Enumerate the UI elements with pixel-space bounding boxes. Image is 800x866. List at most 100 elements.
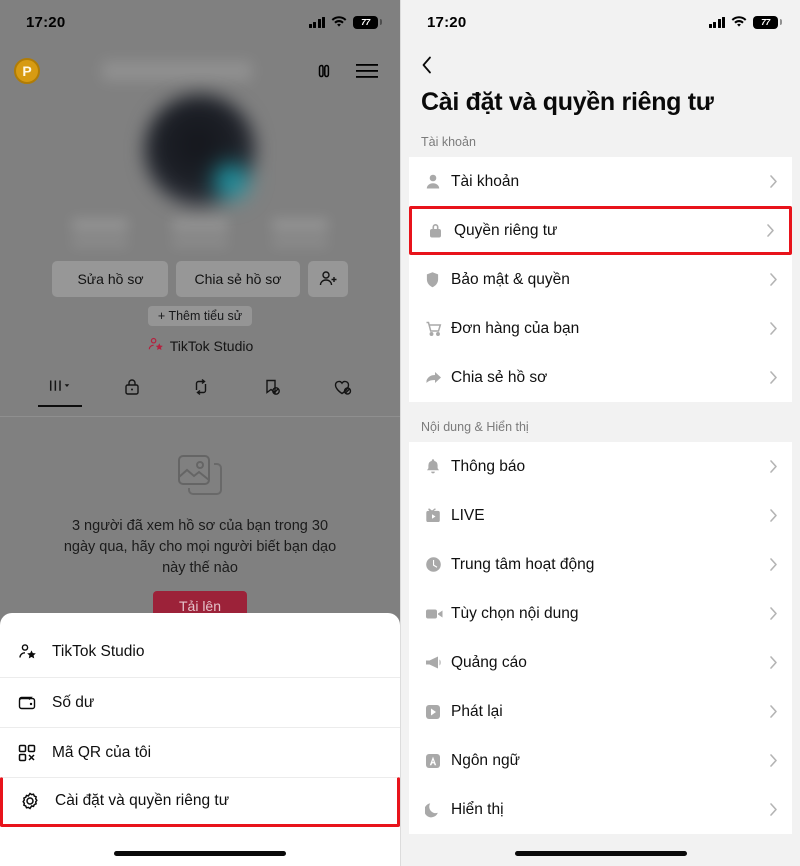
settings-row-label: Quảng cáo [451, 653, 527, 671]
right-phone-screen: 17:20 77 Cài đặt và quyền riêng tư Tài k… [400, 0, 800, 866]
chevron-right-icon [769, 459, 778, 474]
settings-row-privacy[interactable]: Quyền riêng tư [409, 206, 792, 255]
left-phone-screen: 17:20 77 P Sửa hồ sơ Chia sẻ hồ sơ + Thê… [0, 0, 400, 866]
status-indicators: 77 [708, 15, 782, 29]
tab-private[interactable] [123, 377, 141, 397]
status-bar-left: 17:20 77 [0, 0, 400, 44]
settings-row-playback[interactable]: Phát lại [409, 687, 792, 736]
settings-row-label: Bảo mật & quyền [451, 270, 570, 288]
settings-row-security-permissions[interactable]: Bảo mật & quyền [409, 255, 792, 304]
status-indicators: 77 [308, 15, 382, 29]
live-tv-icon [425, 507, 451, 524]
settings-row-notifications[interactable]: Thông báo [409, 442, 792, 491]
threads-icon[interactable] [314, 61, 334, 81]
profile-action-row: Sửa hồ sơ Chia sẻ hồ sơ [0, 261, 400, 297]
profile-stats-blurred [0, 218, 400, 247]
wifi-icon [331, 16, 347, 28]
settings-row-label: Quyền riêng tư [454, 221, 558, 239]
settings-row-label: Thông báo [451, 457, 526, 475]
profile-top-icons [314, 61, 378, 81]
settings-row-share-profile[interactable]: Chia sẻ hồ sơ [409, 353, 792, 402]
settings-row-account[interactable]: Tài khoản [409, 157, 792, 206]
lock-icon [428, 222, 454, 239]
section-account: Tài khoản Quyền riêng tư Bảo mật & quyền [409, 157, 792, 402]
back-row [401, 44, 800, 84]
battery-icon: 77 [353, 15, 382, 29]
chevron-right-icon [769, 704, 778, 719]
bell-icon [425, 458, 451, 475]
sheet-item-my-qr[interactable]: Mã QR của tôi [0, 727, 400, 777]
qr-code-icon [16, 743, 38, 763]
settings-row-activity-center[interactable]: Trung tâm hoạt động [409, 540, 792, 589]
settings-row-label: Phát lại [451, 702, 503, 720]
chevron-right-icon [769, 753, 778, 768]
profile-tabs [0, 370, 400, 404]
wallet-icon [16, 694, 38, 712]
settings-row-label: LIVE [451, 506, 485, 524]
profile-badge[interactable]: P [14, 58, 40, 84]
chevron-right-icon [769, 802, 778, 817]
add-person-icon[interactable] [307, 261, 348, 297]
play-box-icon [425, 704, 451, 720]
settings-row-language[interactable]: Ngôn ngữ [409, 736, 792, 785]
add-bio-chip[interactable]: + Thêm tiểu sử [147, 306, 253, 326]
tab-grid[interactable] [47, 378, 73, 396]
edit-profile-button[interactable]: Sửa hồ sơ [52, 261, 169, 297]
hamburger-menu-icon[interactable] [356, 63, 378, 79]
settings-row-display[interactable]: Hiển thị [409, 785, 792, 834]
bottom-sheet-menu: TikTok Studio Số dư Mã QR của tôi Cài đặ… [0, 613, 400, 866]
settings-row-label: Chia sẻ hồ sơ [451, 368, 548, 386]
settings-row-content-preferences[interactable]: Tùy chọn nội dung [409, 589, 792, 638]
chevron-right-icon [769, 321, 778, 336]
settings-row-ads[interactable]: Quảng cáo [409, 638, 792, 687]
sheet-item-balance[interactable]: Số dư [0, 677, 400, 727]
gear-icon [19, 791, 41, 811]
home-indicator-right [514, 851, 687, 856]
chevron-right-icon [766, 223, 775, 238]
person-star-icon [147, 336, 164, 356]
cellular-bars-icon [308, 16, 325, 28]
sheet-item-label: Số dư [52, 693, 95, 711]
battery-percent: 77 [361, 17, 370, 27]
chevron-right-icon [769, 370, 778, 385]
settings-row-live[interactable]: LIVE [409, 491, 792, 540]
empty-state-message: 3 người đã xem hồ sơ của bạn trong 30 ng… [63, 518, 337, 576]
settings-row-label: Trung tâm hoạt động [451, 555, 595, 573]
chevron-right-icon [769, 606, 778, 621]
tiktok-studio-label: TikTok Studio [169, 338, 254, 354]
profile-top-bar: P [0, 44, 400, 90]
video-camera-icon [425, 607, 451, 621]
chevron-right-icon [769, 557, 778, 572]
settings-row-your-orders[interactable]: Đơn hàng của bạn [409, 304, 792, 353]
tab-saved[interactable] [262, 377, 282, 397]
tab-liked[interactable] [332, 377, 353, 397]
share-profile-button[interactable]: Chia sẻ hồ sơ [176, 261, 300, 297]
dual-phone-screenshot: 17:20 77 P Sửa hồ sơ Chia sẻ hồ sơ + Thê… [0, 0, 800, 866]
empty-state: 3 người đã xem hồ sơ của bạn trong 30 ng… [0, 453, 400, 621]
settings-row-label: Tùy chọn nội dung [451, 604, 579, 622]
section-label-account: Tài khoản [421, 135, 476, 149]
sheet-item-label: Mã QR của tôi [52, 743, 152, 761]
clock-icon [425, 556, 451, 573]
tab-reposts[interactable] [191, 377, 211, 397]
sheet-item-tiktok-studio[interactable]: TikTok Studio [0, 627, 400, 677]
wifi-icon [731, 16, 747, 28]
section-label-content-display: Nội dung & Hiển thị [421, 420, 529, 434]
settings-row-label: Tài khoản [451, 172, 520, 190]
settings-row-label: Đơn hàng của bạn [451, 319, 580, 337]
page-title: Cài đặt và quyền riêng tư [421, 88, 714, 116]
chevron-right-icon [769, 174, 778, 189]
settings-row-label: Ngôn ngữ [451, 751, 520, 769]
tiktok-studio-link[interactable]: TikTok Studio [0, 336, 400, 356]
avatar[interactable] [144, 94, 256, 206]
chevron-right-icon [769, 272, 778, 287]
battery-icon: 77 [753, 15, 782, 29]
sheet-item-label: Cài đặt và quyền riêng tư [55, 792, 230, 809]
sheet-item-settings-privacy[interactable]: Cài đặt và quyền riêng tư [0, 777, 400, 827]
megaphone-icon [425, 655, 451, 670]
profile-username-blurred [102, 61, 252, 81]
chevron-left-icon[interactable] [421, 55, 433, 80]
section-content-display: Thông báo LIVE Trung tâm hoạt động Tùy c… [409, 442, 792, 834]
status-time: 17:20 [26, 13, 66, 31]
shopping-cart-icon [425, 320, 451, 337]
